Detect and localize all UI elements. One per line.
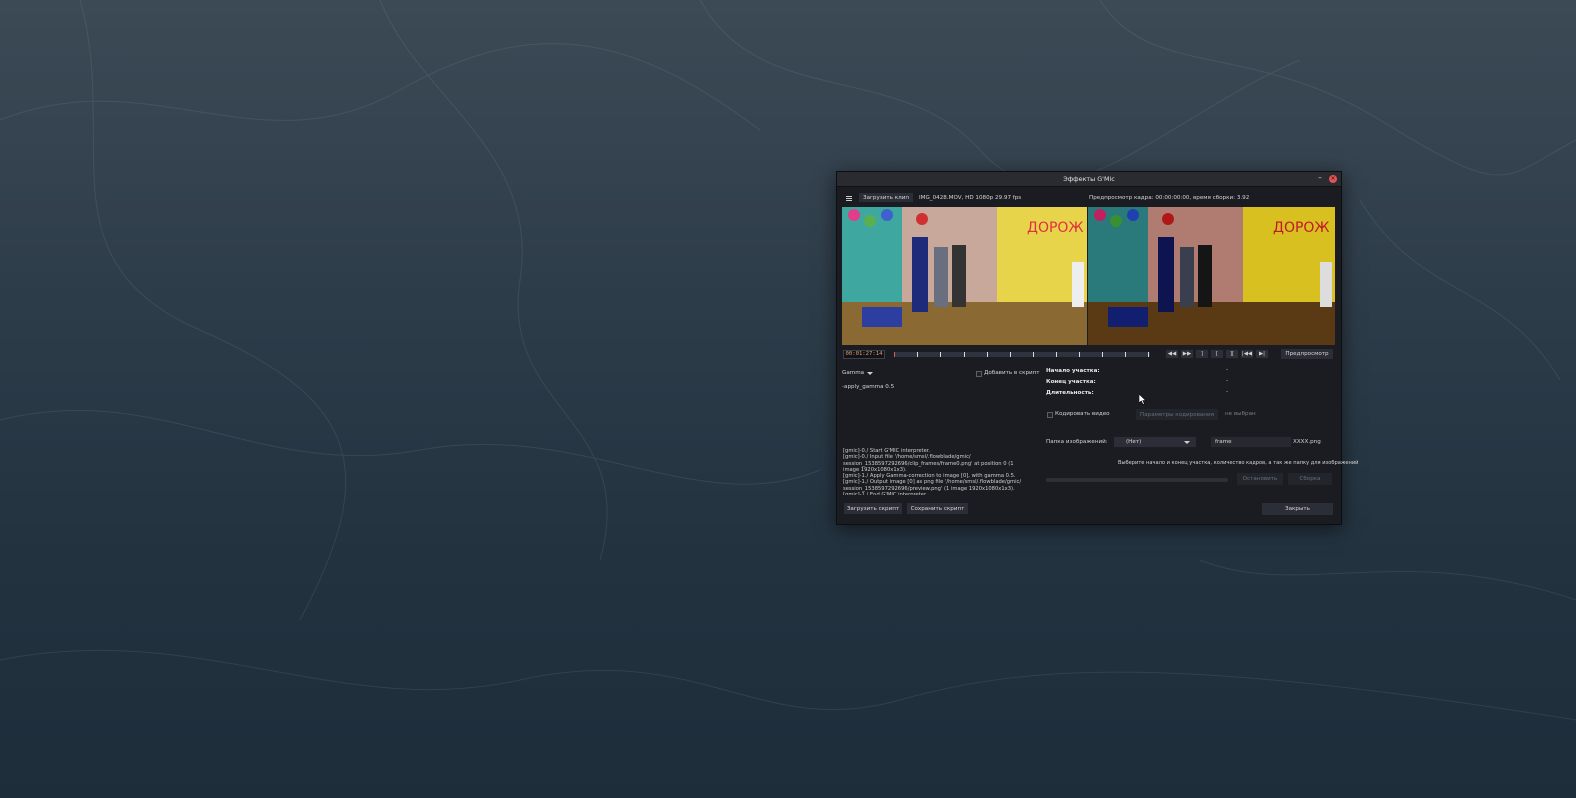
- load-script-button[interactable]: Загрузить скрипт: [843, 502, 903, 515]
- minimize-button[interactable]: –: [1318, 173, 1322, 182]
- gmic-output-log: [gmic]-0./ Start G'MIC interpreter. [gmi…: [843, 448, 1039, 495]
- timeline-tick: [1010, 352, 1011, 357]
- timeline-scrubber[interactable]: [894, 352, 1150, 357]
- title-bar[interactable]: Эффекты G'Mic – ×: [837, 172, 1341, 187]
- script-editor[interactable]: -apply_gamma 0.5: [842, 384, 894, 390]
- preview-info: Предпросмотр кадра: 00:00:00:00, время с…: [1089, 195, 1250, 201]
- render-hint: Выберите начало и конец участка, количес…: [1118, 460, 1359, 466]
- hamburger-menu-icon[interactable]: [846, 195, 852, 202]
- svg-text:ДОРОЖ: ДОРОЖ: [1273, 220, 1330, 236]
- mark-in-button[interactable]: [: [1210, 349, 1224, 359]
- preview-button[interactable]: Предпросмотр: [1280, 348, 1334, 360]
- go-to-end-button[interactable]: ▶|: [1255, 349, 1269, 359]
- log-line: [gmic]-1./ Output image [0] as png file …: [843, 479, 1022, 486]
- image-folder-label: Папка изображений:: [1046, 439, 1108, 445]
- mark-out-button[interactable]: ]: [1195, 349, 1209, 359]
- range-duration-label: Длительность:: [1046, 390, 1094, 396]
- timeline-tick: [1079, 352, 1080, 357]
- log-line: session_1538597292696/clip_frames/frame0…: [843, 460, 1014, 467]
- timeline-tick: [964, 352, 965, 357]
- range-start-value: -: [1226, 367, 1229, 373]
- image-folder-select[interactable]: (Нет): [1113, 436, 1197, 448]
- range-start-label: Начало участка:: [1046, 368, 1100, 374]
- processed-frame-preview: ДОРОЖ: [1088, 207, 1335, 345]
- clip-info: IMG_0428.MOV, HD 1080p 29.97 fps: [919, 195, 1022, 201]
- go-to-start-button[interactable]: |◀◀: [1240, 349, 1254, 359]
- range-end-value: -: [1226, 378, 1229, 384]
- load-clip-button[interactable]: Загрузить клип: [858, 192, 914, 203]
- close-button[interactable]: Закрыть: [1261, 502, 1334, 516]
- render-progress-bar: [1046, 478, 1228, 482]
- log-line: [gmic]-1./ End G'MIC interpreter.: [843, 492, 928, 496]
- chevron-down-icon: [1184, 441, 1190, 444]
- timeline-tick: [1148, 352, 1149, 357]
- close-window-button[interactable]: ×: [1329, 175, 1337, 183]
- frame-name-input[interactable]: frame: [1210, 436, 1292, 448]
- rewind-button[interactable]: ◀◀: [1165, 349, 1179, 359]
- image-folder-value: (Нет): [1126, 439, 1142, 445]
- range-end-label: Конец участка:: [1046, 379, 1096, 385]
- fast-forward-button[interactable]: ▶▶: [1180, 349, 1194, 359]
- add-to-script-checkbox[interactable]: [976, 371, 982, 377]
- timeline-tick: [1033, 352, 1034, 357]
- original-frame-preview: ДОРОЖ: [842, 207, 1087, 345]
- window-title: Эффекты G'Mic: [1063, 175, 1115, 183]
- encoding-params-button[interactable]: Параметры кодирования: [1135, 408, 1219, 421]
- encode-video-checkbox[interactable]: [1047, 412, 1053, 418]
- timeline-tick: [1125, 352, 1126, 357]
- timeline-tick: [987, 352, 988, 357]
- scene-image: ДОРОЖ: [842, 207, 1087, 345]
- chevron-down-icon[interactable]: [867, 372, 873, 375]
- timeline-tick: [1102, 352, 1103, 357]
- range-duration-value: -: [1226, 389, 1229, 395]
- frame-name-suffix: XXXX.png: [1293, 439, 1321, 445]
- filter-selector[interactable]: Gamma: [842, 370, 864, 376]
- save-script-button[interactable]: Сохранить скрипт: [906, 502, 969, 515]
- timeline-tick: [917, 352, 918, 357]
- add-to-script-label: Добавить в скрипт: [984, 370, 1040, 376]
- svg-text:ДОРОЖ: ДОРОЖ: [1027, 220, 1084, 236]
- timeline-tick: [1056, 352, 1057, 357]
- timecode-display: 00:01:27:14: [843, 350, 885, 359]
- scene-image-gamma: ДОРОЖ: [1088, 207, 1335, 345]
- clear-marks-button[interactable]: ][: [1225, 349, 1239, 359]
- timeline-tick: [940, 352, 941, 357]
- playhead-marker[interactable]: [894, 352, 895, 357]
- encoding-status: не выбран: [1225, 411, 1256, 417]
- encode-video-label: Кодировать видео: [1055, 411, 1110, 417]
- mouse-pointer-icon: [1139, 394, 1147, 405]
- build-button[interactable]: Сборка: [1287, 472, 1333, 486]
- stop-button[interactable]: Остановить: [1236, 472, 1284, 486]
